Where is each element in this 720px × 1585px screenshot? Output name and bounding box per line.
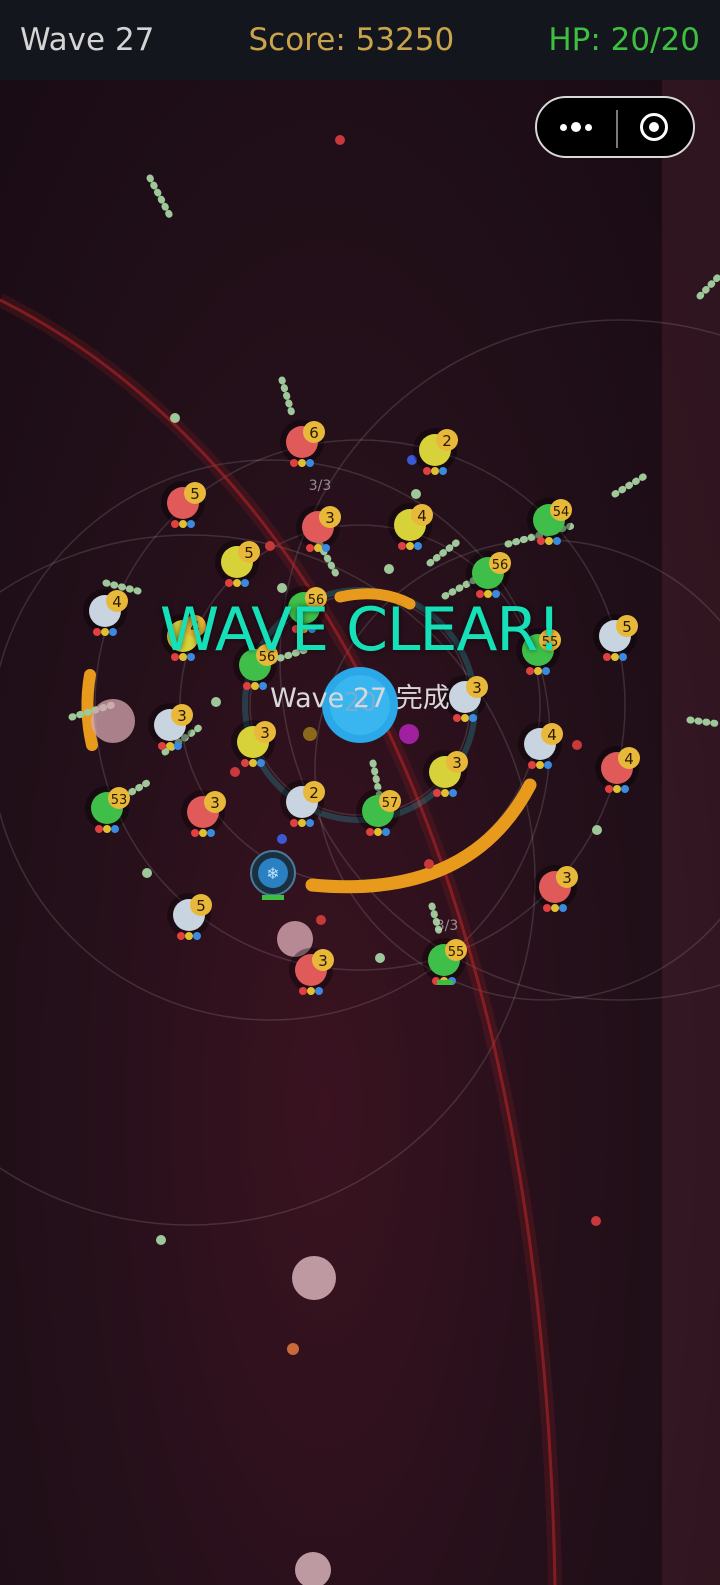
tower-red[interactable]: 5 (161, 481, 206, 528)
tower-level-label: 53 (111, 793, 128, 808)
tower-red[interactable]: 3 (296, 505, 341, 552)
tower-level-label: 5 (196, 897, 206, 915)
purple-orb (399, 724, 419, 744)
more-dots-icon (560, 122, 592, 132)
mini-program-capsule (535, 96, 695, 158)
tower-level-label: 3 (260, 724, 270, 742)
sniper-turret[interactable]: ❄ (250, 850, 296, 900)
hp-counter: HP: 20/20 (548, 22, 700, 58)
wave-clear-banner: WAVE CLEAR! (159, 595, 561, 665)
tower-green[interactable]: 53 (85, 786, 130, 833)
wave-counter: Wave 27 (20, 22, 155, 58)
tower-level-label: 3 (452, 754, 462, 772)
tower-red[interactable]: 3 (533, 865, 578, 912)
tower-level-label: 4 (624, 750, 634, 768)
tower-level-label: 3 (325, 509, 335, 527)
game-field[interactable]: 6 253 4 545564456565553334453 32573533 55 ❄ 3… (0, 0, 720, 1585)
tower-red[interactable]: 3 (181, 790, 226, 837)
tower-white[interactable]: 5 (167, 893, 212, 940)
tower-level-label: 5 (244, 544, 254, 562)
tower-red[interactable]: 3 (289, 948, 334, 995)
tower-level-label: 54 (553, 505, 570, 520)
hud-bar: Wave 27 Score: 53250 HP: 20/20 (0, 0, 720, 80)
tower-level-label: 57 (382, 796, 399, 811)
svg-text:❄: ❄ (266, 864, 279, 883)
tower-level-label: 4 (417, 507, 427, 525)
tower-level-label: 55 (448, 945, 465, 960)
tower-level-label: 3 (318, 952, 328, 970)
tower-yellow[interactable]: 4 (388, 503, 433, 550)
close-button[interactable] (615, 98, 693, 156)
tower-level-label: 2 (309, 784, 319, 802)
tower-yellow[interactable]: 3 (231, 720, 276, 767)
tower-level-label: 2 (442, 432, 452, 450)
tower-green[interactable]: 56 (466, 551, 511, 598)
target-ring-icon (640, 113, 668, 141)
tower-level-label: 4 (547, 726, 557, 744)
ammo-counter: 3/3 (436, 918, 459, 934)
yellow-orb (303, 727, 317, 741)
more-button[interactable] (537, 98, 615, 156)
tower-white[interactable]: 2 (280, 780, 325, 827)
hp-bar (437, 980, 453, 985)
tower-green[interactable]: 57 (356, 789, 401, 836)
tower-green[interactable]: 55 (422, 938, 467, 985)
tower-red[interactable]: 4 (595, 746, 640, 793)
ammo-counter: 3/3 (309, 478, 332, 494)
tower-white[interactable]: 4 (518, 722, 563, 769)
tower-yellow[interactable]: 2 (413, 428, 458, 475)
tower-level-label: 6 (309, 424, 319, 442)
wave-clear-subtitle: Wave 27 完成 (270, 683, 450, 714)
tower-yellow[interactable]: 5 (215, 540, 260, 587)
tower-level-label: 56 (492, 558, 509, 573)
tower-level-label: 3 (562, 869, 572, 887)
tower-level-label: 5 (190, 485, 200, 503)
tower-level-label: 3 (210, 794, 220, 812)
score-counter: Score: 53250 (248, 22, 455, 58)
